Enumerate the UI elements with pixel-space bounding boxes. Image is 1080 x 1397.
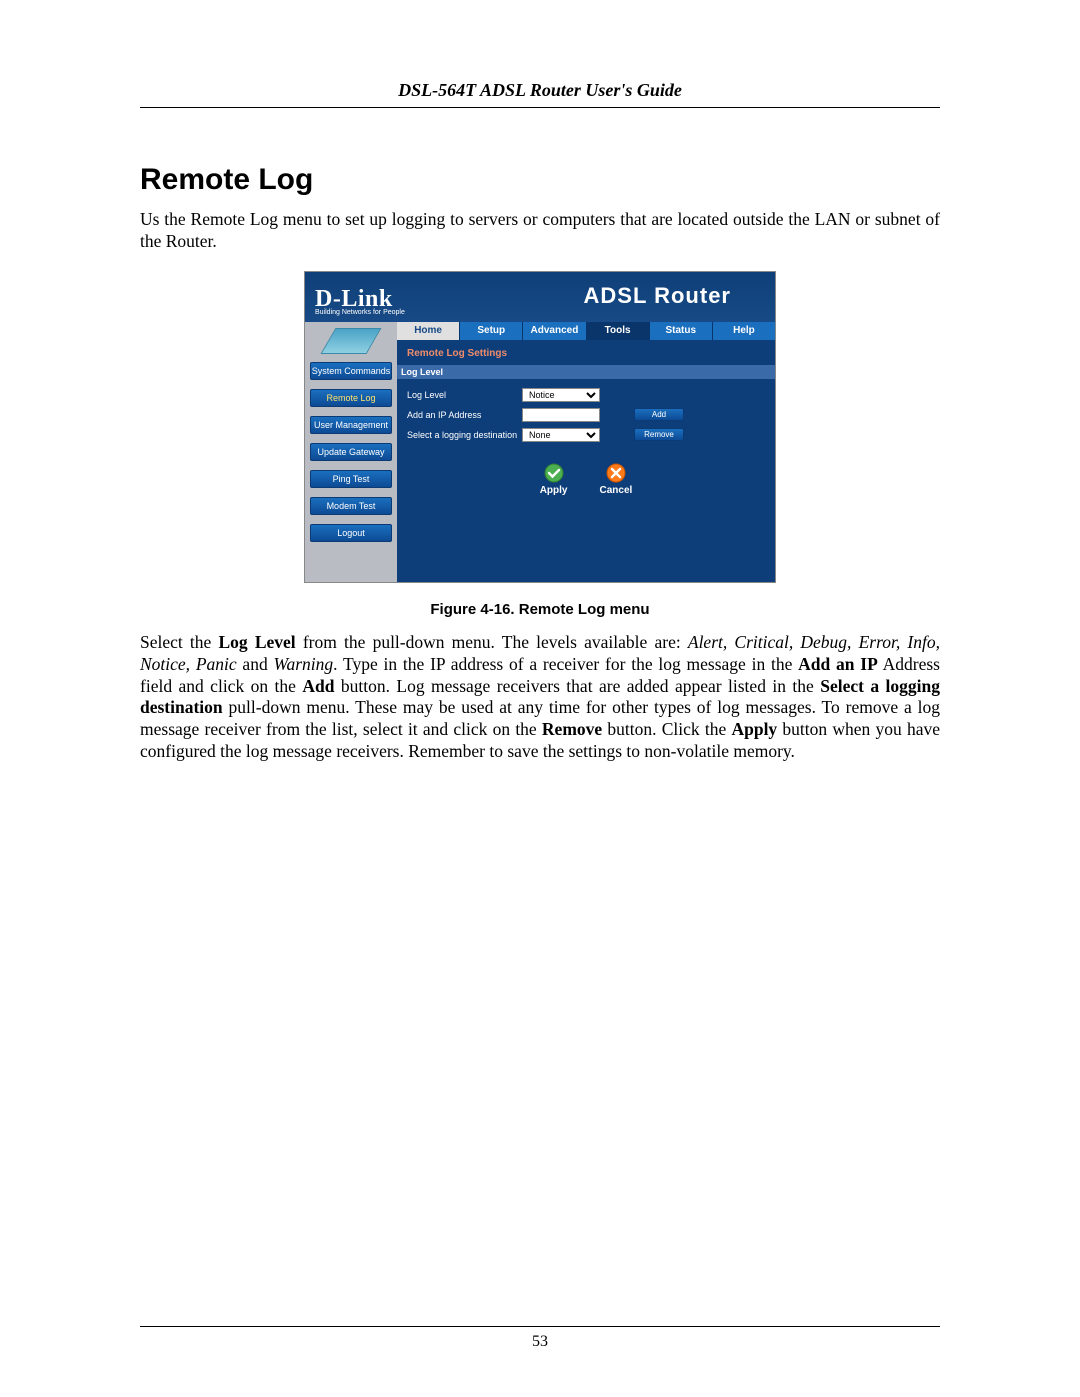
log-level-label: Log Level [407, 390, 522, 400]
sidebar-item-remote-log[interactable]: Remote Log [310, 389, 392, 407]
add-ip-label: Add an IP Address [407, 410, 522, 420]
brand-logo: D-Link [315, 286, 393, 312]
banner-title: ADSL Router [584, 283, 762, 309]
remove-button[interactable]: Remove [634, 428, 684, 441]
figure-caption: Figure 4-16. Remote Log menu [140, 601, 940, 618]
row-select-destination: Select a logging destination None Remove [407, 425, 765, 445]
sidebar-item-update-gateway[interactable]: Update Gateway [310, 443, 392, 461]
figure-remote-log: D-Link Building Networks for People ADSL… [140, 271, 940, 583]
sidebar-item-logout[interactable]: Logout [310, 524, 392, 542]
tabs: Home Setup Advanced Tools Status Help [397, 322, 775, 340]
router-screenshot: D-Link Building Networks for People ADSL… [304, 271, 776, 583]
row-add-ip: Add an IP Address Add [407, 405, 765, 425]
tab-status[interactable]: Status [650, 322, 713, 340]
sidebar-item-system-commands[interactable]: System Commands [310, 362, 392, 380]
section-title: Remote Log [140, 163, 940, 197]
description-paragraph: Select the Log Level from the pull-down … [140, 632, 940, 763]
sidebar-item-ping-test[interactable]: Ping Test [310, 470, 392, 488]
tab-setup[interactable]: Setup [460, 322, 523, 340]
check-icon [544, 463, 564, 483]
cancel-label: Cancel [599, 485, 632, 496]
apply-label: Apply [540, 485, 568, 496]
intro-paragraph: Us the Remote Log menu to set up logging… [140, 209, 940, 253]
doc-header: DSL-564T ADSL Router User's Guide [140, 80, 940, 108]
sidebar-item-modem-test[interactable]: Modem Test [310, 497, 392, 515]
cancel-button[interactable]: Cancel [599, 463, 632, 496]
row-log-level: Log Level Notice [407, 385, 765, 405]
add-button[interactable]: Add [634, 408, 684, 421]
brand-tagline: Building Networks for People [315, 309, 405, 316]
tab-help[interactable]: Help [713, 322, 775, 340]
tab-tools[interactable]: Tools [587, 322, 650, 340]
panel-subheading: Log Level [397, 365, 775, 379]
log-level-select[interactable]: Notice [522, 388, 600, 402]
select-dest-label: Select a logging destination [407, 430, 522, 440]
close-icon [606, 463, 626, 483]
panel-heading: Remote Log Settings [407, 348, 765, 359]
sidebar-item-user-management[interactable]: User Management [310, 416, 392, 434]
main-panel: Home Setup Advanced Tools Status Help Re… [397, 322, 775, 582]
sidebar: System Commands Remote Log User Manageme… [305, 322, 397, 582]
tab-home[interactable]: Home [397, 322, 460, 340]
footer-rule [140, 1326, 940, 1327]
add-ip-input[interactable] [522, 408, 600, 422]
apply-button[interactable]: Apply [540, 463, 568, 496]
select-dest-select[interactable]: None [522, 428, 600, 442]
tab-advanced[interactable]: Advanced [523, 322, 586, 340]
device-icon [320, 328, 381, 354]
page-number: 53 [0, 1333, 1080, 1351]
router-banner: D-Link Building Networks for People ADSL… [305, 272, 775, 322]
